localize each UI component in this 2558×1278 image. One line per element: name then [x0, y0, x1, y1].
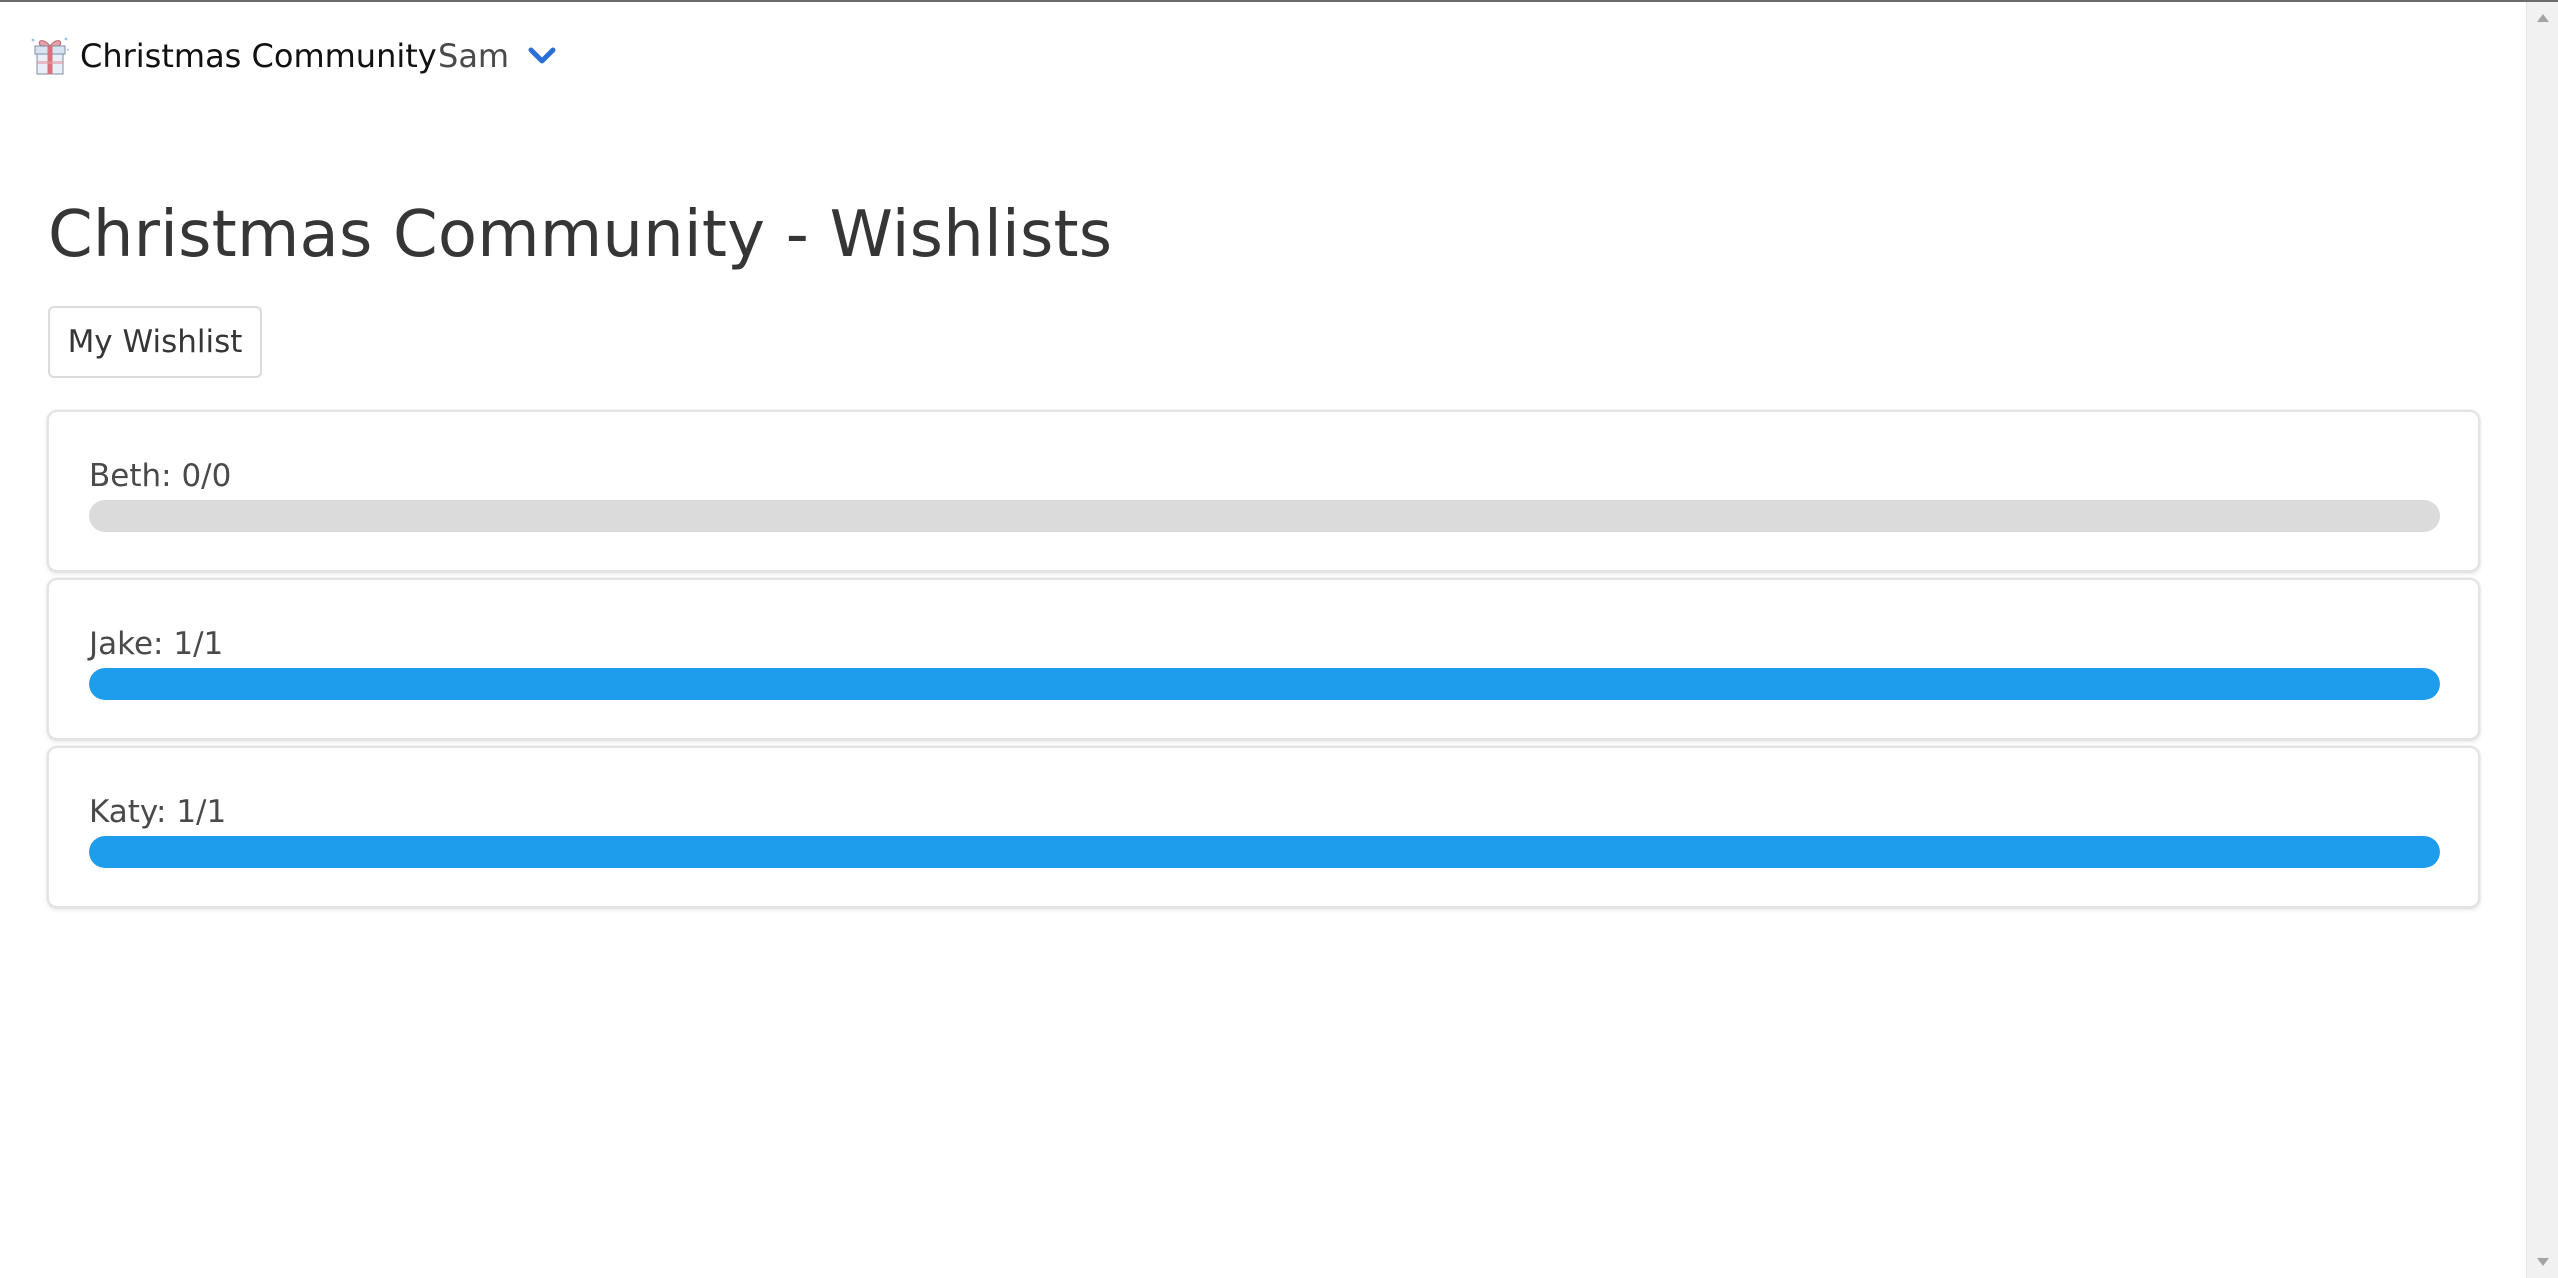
gift-icon [31, 37, 70, 75]
wishlist-card-beth[interactable]: Beth: 0/0 [47, 410, 2480, 572]
wishlist-label: Katy: 1/1 [89, 794, 227, 830]
chevron-down-icon [528, 47, 556, 64]
wishlist-progress-fill [89, 668, 2440, 700]
brand-text: Christmas Community [80, 37, 437, 75]
wishlist-card-jake[interactable]: Jake: 1/1 [47, 578, 2480, 740]
wishlist-progress-fill [89, 836, 2440, 868]
wishlist-card-katy[interactable]: Katy: 1/1 [47, 746, 2480, 908]
wishlist-progress-bar [89, 500, 2440, 532]
brand-link[interactable]: Christmas Community [28, 32, 437, 80]
page-title: Christmas Community - Wishlists [48, 198, 1113, 272]
wishlist-progress-bar [89, 668, 2440, 700]
vertical-scrollbar[interactable] [2526, 2, 2558, 1278]
my-wishlist-button[interactable]: My Wishlist [48, 306, 262, 378]
navbar: Christmas Community Sam [0, 2, 2526, 112]
wishlist-label: Jake: 1/1 [89, 626, 224, 662]
user-menu-dropdown[interactable]: Sam [438, 32, 557, 80]
user-name: Sam [438, 37, 510, 75]
scroll-up-arrow-icon[interactable] [2537, 14, 2549, 22]
scroll-down-arrow-icon[interactable] [2537, 1258, 2549, 1266]
wishlist-label: Beth: 0/0 [89, 458, 232, 494]
wishlist-progress-bar [89, 836, 2440, 868]
